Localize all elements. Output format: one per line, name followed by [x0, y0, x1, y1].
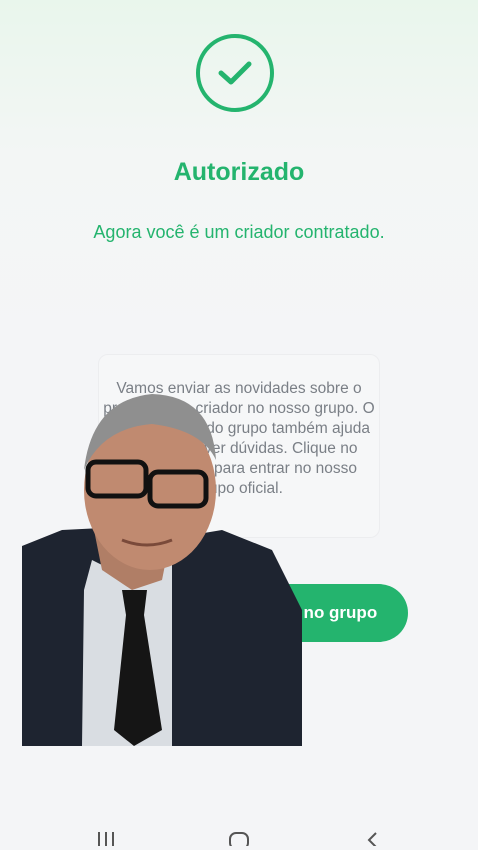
status-title: Autorizado	[173, 158, 305, 186]
recent-apps-icon[interactable]	[96, 832, 116, 846]
system-nav-bar	[0, 818, 478, 850]
presenter-video-overlay	[22, 394, 302, 746]
check-circle-icon	[196, 34, 274, 112]
checkmark-icon	[218, 61, 252, 85]
back-icon[interactable]	[366, 832, 380, 846]
status-subtitle: Agora você é um criador contratado.	[93, 222, 385, 242]
home-icon[interactable]	[229, 832, 249, 846]
